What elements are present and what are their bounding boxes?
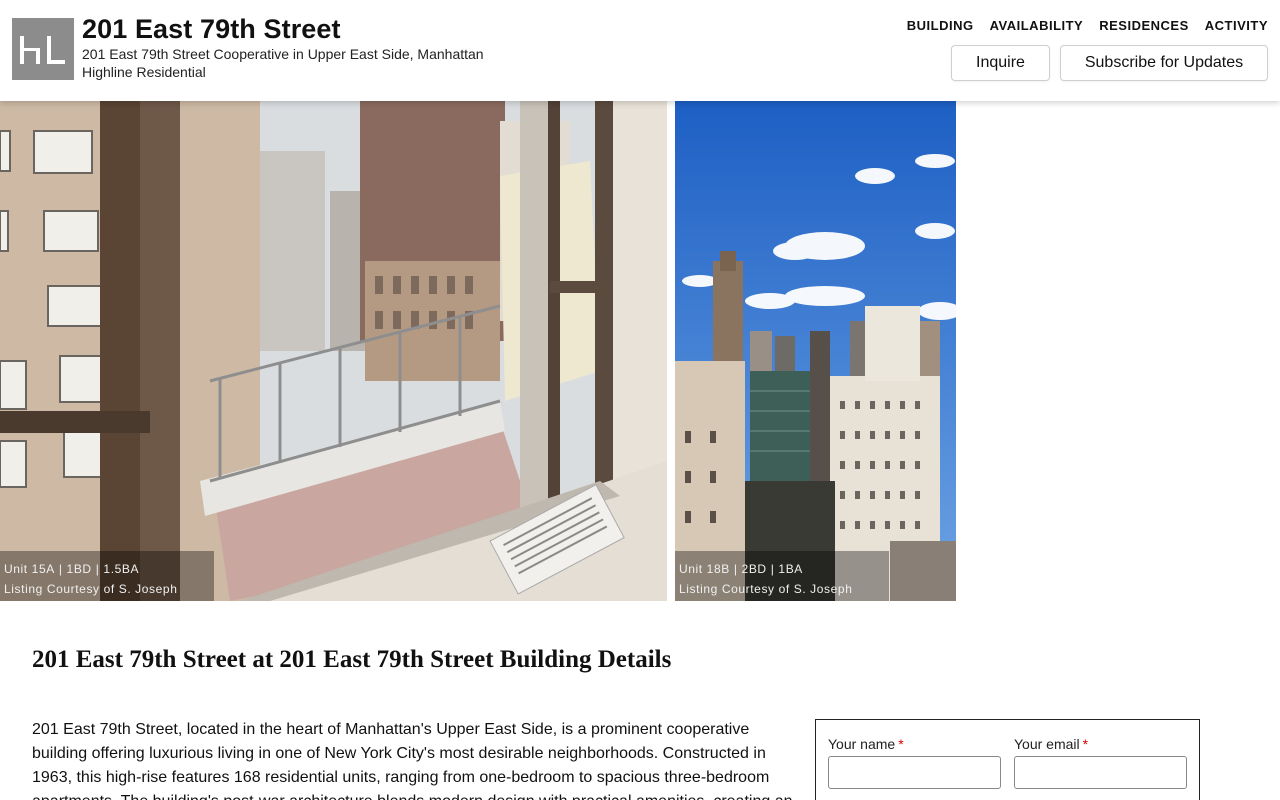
photo-caption: Unit 15A | 1BD | 1.5BA Listing Courtesy of S… <box>0 551 214 601</box>
skyline-photo <box>675 101 956 601</box>
photo-caption: Unit 18B | 2BD | 1BA Listing Courtesy of S. … <box>675 551 889 601</box>
building-details-heading: 201 East 79th Street at 201 East 79th St… <box>32 646 672 673</box>
building-description: 201 East 79th Street, located in the hea… <box>32 721 792 800</box>
name-field[interactable] <box>828 756 1001 789</box>
email-label: Your email * <box>1014 736 1088 752</box>
window-balcony-photo <box>0 101 667 601</box>
nav-availability[interactable]: AVAILABILITY <box>990 18 1084 33</box>
subscribe-button[interactable]: Subscribe for Updates <box>1060 45 1268 81</box>
name-label-text: Your name <box>828 736 896 752</box>
unit-baths: 1.5BA <box>103 562 140 576</box>
gallery-photo-1[interactable]: Unit 15A | 1BD | 1.5BA Listing Courtesy of S… <box>0 101 667 601</box>
email-label-text: Your email <box>1014 736 1080 752</box>
unit-baths: 1BA <box>778 562 803 576</box>
gallery-photo-2[interactable]: Unit 18B | 2BD | 1BA Listing Courtesy of S. … <box>675 101 956 601</box>
nav-building[interactable]: BUILDING <box>907 18 974 33</box>
listing-courtesy: Listing Courtesy of S. Joseph Carris <box>4 582 178 596</box>
listing-courtesy: Listing Courtesy of S. Joseph Carris <box>679 582 853 596</box>
site-header: 201 East 79th Street 201 East 79th Stree… <box>0 0 1280 101</box>
required-mark: * <box>898 736 904 752</box>
inquiry-form: Your name * Your email * <box>815 719 1200 800</box>
nav-residences[interactable]: RESIDENCES <box>1099 18 1189 33</box>
brand-logo[interactable] <box>12 18 74 80</box>
required-mark: * <box>1082 736 1089 752</box>
logo-mark-icon <box>20 36 65 64</box>
unit-specs: Unit 18B | 2BD | 1BA <box>679 562 803 576</box>
building-title: 201 East 79th Street <box>82 14 341 44</box>
building-subtitle: 201 East 79th Street Cooperative in Uppe… <box>82 46 484 62</box>
inquire-button[interactable]: Inquire <box>951 45 1050 81</box>
email-field[interactable] <box>1014 756 1187 789</box>
unit-number: Unit 18B <box>679 562 730 576</box>
main-nav: BUILDING AVAILABILITY RESIDENCES ACTIVIT… <box>907 18 1268 33</box>
nav-activity[interactable]: ACTIVITY <box>1205 18 1268 33</box>
name-label: Your name * <box>828 736 904 752</box>
unit-beds: 2BD <box>741 562 767 576</box>
unit-specs: Unit 15A | 1BD | 1.5BA <box>4 562 140 576</box>
unit-number: Unit 15A <box>4 562 55 576</box>
unit-beds: 1BD <box>66 562 92 576</box>
company-name: Highline Residential <box>82 64 206 80</box>
